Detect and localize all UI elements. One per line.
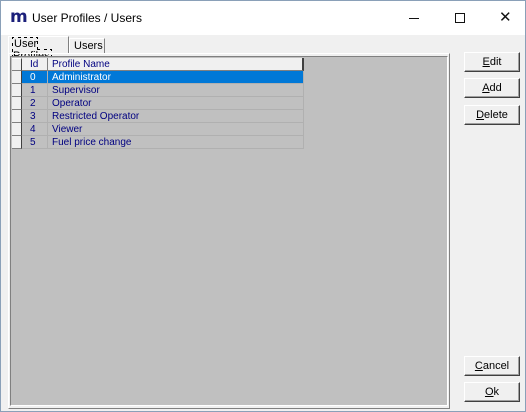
cell-id[interactable]: 0 (22, 71, 48, 84)
close-button[interactable]: ✕ (483, 1, 526, 35)
add-button[interactable]: Add (464, 78, 520, 98)
title-bar[interactable]: m User Profiles / Users ✕ (1, 1, 525, 35)
row-selector[interactable] (12, 110, 22, 123)
cell-profile-name[interactable]: Restricted Operator (48, 110, 304, 123)
column-header-id[interactable]: Id (22, 58, 48, 71)
tab-users[interactable]: Users (69, 38, 105, 54)
cell-profile-name[interactable]: Operator (48, 97, 304, 110)
close-icon: ✕ (499, 8, 512, 26)
cell-profile-name[interactable]: Supervisor (48, 84, 304, 97)
cancel-button-label: Cancel (474, 360, 510, 372)
minimize-icon (409, 18, 419, 19)
edit-button-label: Edit (482, 56, 502, 68)
cell-id[interactable]: 3 (22, 110, 48, 123)
edit-button[interactable]: Edit (464, 52, 520, 72)
table-row[interactable]: 0 Administrator (12, 71, 304, 84)
cell-id[interactable]: 2 (22, 97, 48, 110)
cell-id[interactable]: 4 (22, 123, 48, 136)
cell-profile-name[interactable]: Fuel price change (48, 136, 304, 149)
row-selector[interactable] (12, 97, 22, 110)
cell-id[interactable]: 5 (22, 136, 48, 149)
table-row[interactable]: 5 Fuel price change (12, 136, 304, 149)
row-selector[interactable] (12, 123, 22, 136)
column-header-profile-name[interactable]: Profile Name (48, 58, 304, 71)
row-selector[interactable] (12, 84, 22, 97)
window-title: User Profiles / Users (32, 11, 143, 25)
maximize-icon (455, 13, 465, 23)
maximize-button[interactable] (437, 1, 482, 35)
add-button-label: Add (482, 82, 502, 94)
cancel-button[interactable]: Cancel (464, 356, 520, 376)
minimize-button[interactable] (391, 1, 436, 35)
ok-button[interactable]: Ok (464, 382, 520, 402)
user-profiles-window: m User Profiles / Users ✕ User Profiles … (0, 0, 526, 412)
table-row[interactable]: 1 Supervisor (12, 84, 304, 97)
header-corner (12, 58, 22, 71)
table-row[interactable]: 4 Viewer (12, 123, 304, 136)
row-selector[interactable] (12, 71, 22, 84)
app-logo-icon: m (10, 7, 28, 27)
profiles-grid[interactable]: Id Profile Name 0 Administrator 1 Superviso… (10, 56, 448, 406)
delete-button-label: Delete (476, 109, 508, 121)
ok-button-label: Ok (484, 386, 500, 398)
cell-profile-name[interactable]: Administrator (48, 71, 304, 84)
tab-users-label: Users (74, 40, 103, 52)
table-row[interactable]: 3 Restricted Operator (12, 110, 304, 123)
tab-user-profiles[interactable]: User Profiles (8, 36, 69, 63)
delete-button[interactable]: Delete (464, 105, 520, 125)
cell-id[interactable]: 1 (22, 84, 48, 97)
grid-header-row: Id Profile Name (12, 58, 304, 71)
row-selector[interactable] (12, 136, 22, 149)
table-row[interactable]: 2 Operator (12, 97, 304, 110)
cell-profile-name[interactable]: Viewer (48, 123, 304, 136)
